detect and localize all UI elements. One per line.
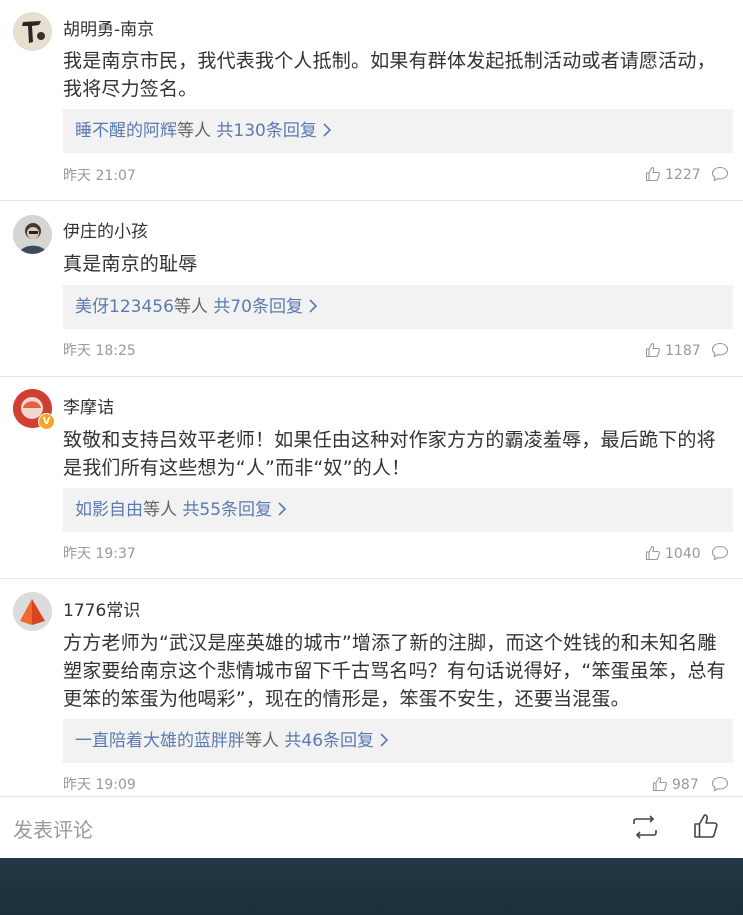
reply-bubble-icon[interactable]	[711, 545, 729, 561]
chevron-right-icon	[309, 299, 318, 313]
reply-mid: 等人	[143, 500, 177, 520]
divider	[0, 376, 743, 377]
like-button[interactable]: 1187	[645, 342, 701, 359]
footer-band	[0, 858, 743, 915]
divider	[0, 578, 743, 579]
comment-time: 昨天 18:25	[63, 343, 136, 359]
divider	[0, 200, 743, 201]
comment-text: 致敬和支持吕效平老师！如果任由这种对作家方方的霸凌羞辱，最后跪下的将是我们所有这…	[63, 429, 716, 479]
share-icon[interactable]	[631, 815, 659, 839]
comment-input[interactable]: 发表评论	[13, 814, 93, 843]
like-count: 1187	[665, 343, 701, 359]
like-count: 987	[672, 777, 699, 793]
portrait-icon	[13, 215, 52, 254]
reply-bubble-icon[interactable]	[711, 166, 729, 182]
reply-users[interactable]: 一直陪着大雄的蓝胖胖	[75, 731, 245, 751]
thumbs-up-icon	[645, 166, 660, 182]
reply-users[interactable]: 如影自由	[75, 500, 143, 520]
commenter-name[interactable]: 胡明勇-南京	[63, 15, 154, 40]
avatar[interactable]	[13, 12, 52, 51]
reply-count[interactable]: 共46条回复	[284, 731, 374, 751]
verified-badge: V	[38, 413, 55, 430]
like-button[interactable]: 1040	[645, 545, 701, 562]
commenter-name[interactable]: 1776常识	[63, 596, 140, 621]
like-count: 1040	[665, 546, 701, 562]
pyramid-icon	[13, 592, 52, 631]
reply-users[interactable]: 睡不醒的阿辉	[75, 121, 177, 141]
like-count: 1227	[665, 167, 701, 183]
reply-summary[interactable]: 如影自由等人 共55条回复	[63, 488, 733, 532]
chevron-right-icon	[380, 733, 389, 747]
thumbs-up-icon	[652, 776, 667, 792]
chevron-right-icon	[278, 502, 287, 516]
avatar[interactable]	[13, 215, 52, 254]
reply-bubble-icon[interactable]	[711, 776, 729, 792]
portrait-icon	[13, 12, 52, 51]
like-button[interactable]: 1227	[645, 166, 701, 183]
reply-summary[interactable]: 一直陪着大雄的蓝胖胖等人 共46条回复	[63, 719, 733, 763]
bottom-action-bar: 发表评论	[0, 796, 743, 859]
avatar[interactable]	[13, 592, 52, 631]
comment-text: 我是南京市民，我代表我个人抵制。如果有群体发起抵制活动或者请愿活动，我将尽力签名…	[63, 50, 716, 100]
reply-count[interactable]: 共130条回复	[216, 121, 316, 141]
thumbs-up-icon[interactable]	[693, 813, 719, 839]
reply-mid: 等人	[173, 297, 208, 317]
reply-summary[interactable]: 睡不醒的阿辉等人 共130条回复	[63, 109, 733, 153]
reply-count[interactable]: 共70条回复	[213, 297, 303, 317]
comment-text: 真是南京的耻辱	[63, 253, 198, 275]
reply-count[interactable]: 共55条回复	[182, 500, 272, 520]
commenter-name[interactable]: 李摩诘	[63, 393, 114, 418]
like-button[interactable]: 987	[652, 776, 699, 793]
reply-summary[interactable]: 美伢123456等人 共70条回复	[63, 285, 733, 329]
reply-mid: 等人	[245, 731, 279, 751]
reply-bubble-icon[interactable]	[711, 342, 729, 358]
comment-time: 昨天 19:09	[63, 777, 136, 793]
reply-mid: 等人	[177, 121, 211, 141]
thumbs-up-icon	[645, 545, 660, 561]
chevron-right-icon	[323, 123, 332, 137]
commenter-name[interactable]: 伊庄的小孩	[63, 217, 148, 242]
comment-text: 方方老师为“武汉是座英雄的城市”增添了新的注脚，而这个姓钱的和未知名雕塑家要给南…	[63, 632, 726, 710]
comment-time: 昨天 21:07	[63, 168, 136, 184]
reply-users[interactable]: 美伢123456	[75, 297, 174, 317]
thumbs-up-icon	[645, 342, 660, 358]
comment-time: 昨天 19:37	[63, 546, 136, 562]
